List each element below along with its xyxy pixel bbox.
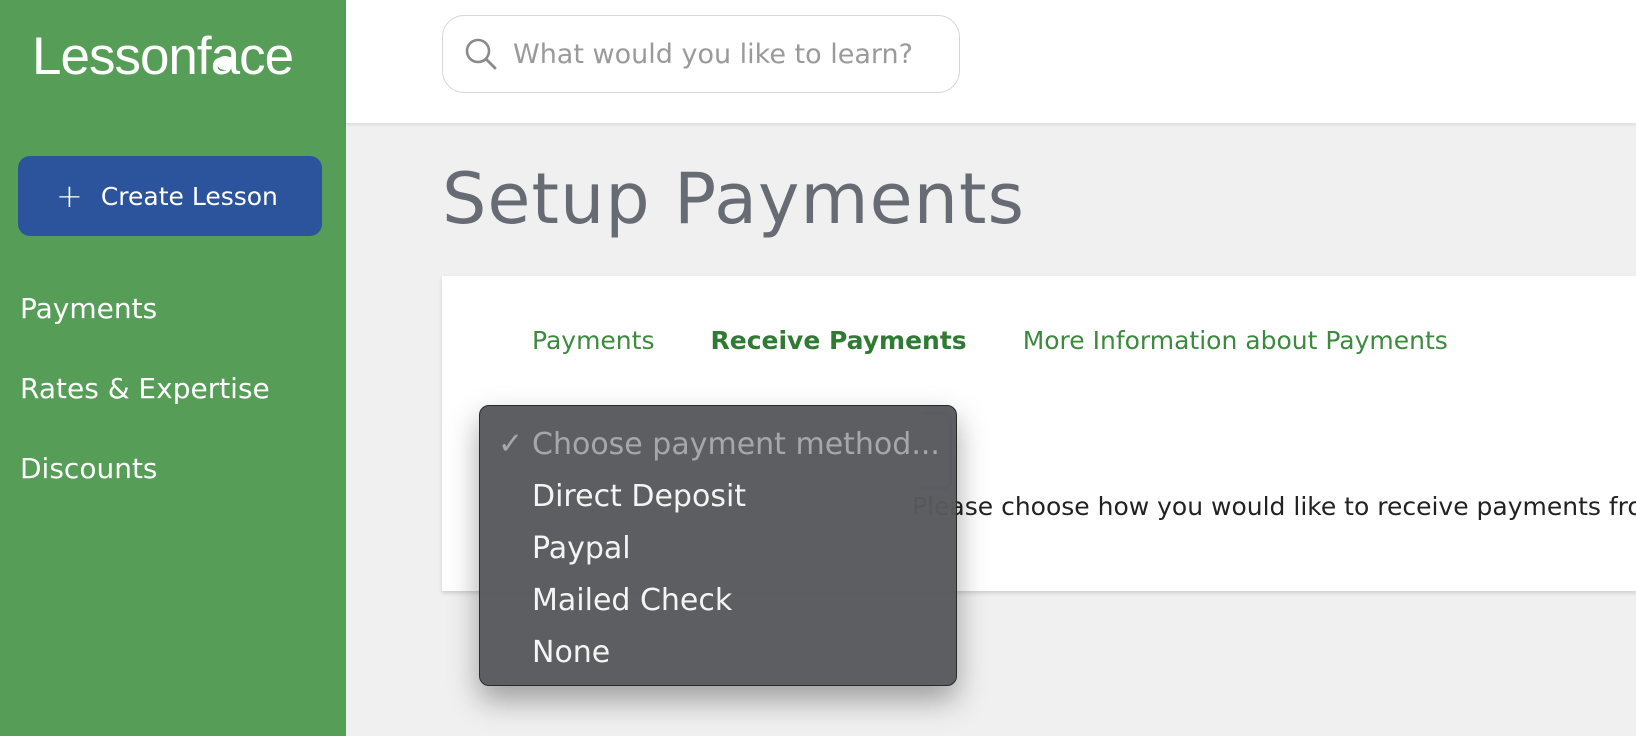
help-text: Please choose how you would like to rece… (912, 492, 1636, 521)
sidebar-item-label: Discounts (20, 452, 158, 485)
sidebar-item-payments[interactable]: Payments (20, 292, 157, 325)
sidebar-item-discounts[interactable]: Discounts (20, 452, 158, 485)
create-lesson-button[interactable]: + Create Lesson (18, 156, 322, 236)
payment-method-dropdown[interactable]: ✓ Choose payment method... Direct Deposi… (479, 405, 957, 686)
logo-face-icon (216, 56, 233, 70)
dropdown-option-none[interactable]: None (480, 626, 956, 678)
option-label: Direct Deposit (532, 478, 747, 514)
sidebar-item-rates-expertise[interactable]: Rates & Expertise (20, 372, 270, 405)
tab-more-information[interactable]: More Information about Payments (1023, 326, 1448, 355)
option-label: Mailed Check (532, 582, 733, 618)
option-label: None (532, 634, 611, 670)
search-input[interactable] (513, 38, 933, 70)
payment-tabs: Payments Receive Payments More Informati… (532, 326, 1504, 355)
logo-text-start: Lessonf (32, 27, 212, 86)
dropdown-option-mailed-check[interactable]: Mailed Check (480, 574, 956, 626)
lessonface-logo[interactable]: Lessonface (32, 26, 294, 87)
logo-face-letter: a (211, 26, 241, 87)
tab-payments[interactable]: Payments (532, 326, 654, 355)
top-bar (346, 0, 1636, 123)
dropdown-option-choose: ✓ Choose payment method... (480, 418, 956, 470)
sidebar: Lessonface + Create Lesson Payments Rate… (0, 0, 346, 736)
option-label: Choose payment method... (532, 426, 940, 462)
tab-receive-payments[interactable]: Receive Payments (710, 326, 966, 355)
checkmark-icon: ✓ (498, 426, 524, 462)
search-box[interactable] (442, 15, 960, 93)
search-icon (465, 38, 497, 70)
dropdown-option-paypal[interactable]: Paypal (480, 522, 956, 574)
logo-text-end: ce (239, 27, 294, 86)
page-title: Setup Payments (442, 158, 1025, 240)
plus-icon: + (56, 177, 83, 215)
create-lesson-label: Create Lesson (100, 181, 278, 211)
dropdown-option-direct-deposit[interactable]: Direct Deposit (480, 470, 956, 522)
option-label: Paypal (532, 530, 631, 566)
sidebar-item-label: Rates & Expertise (20, 372, 270, 405)
sidebar-item-label: Payments (20, 292, 158, 325)
